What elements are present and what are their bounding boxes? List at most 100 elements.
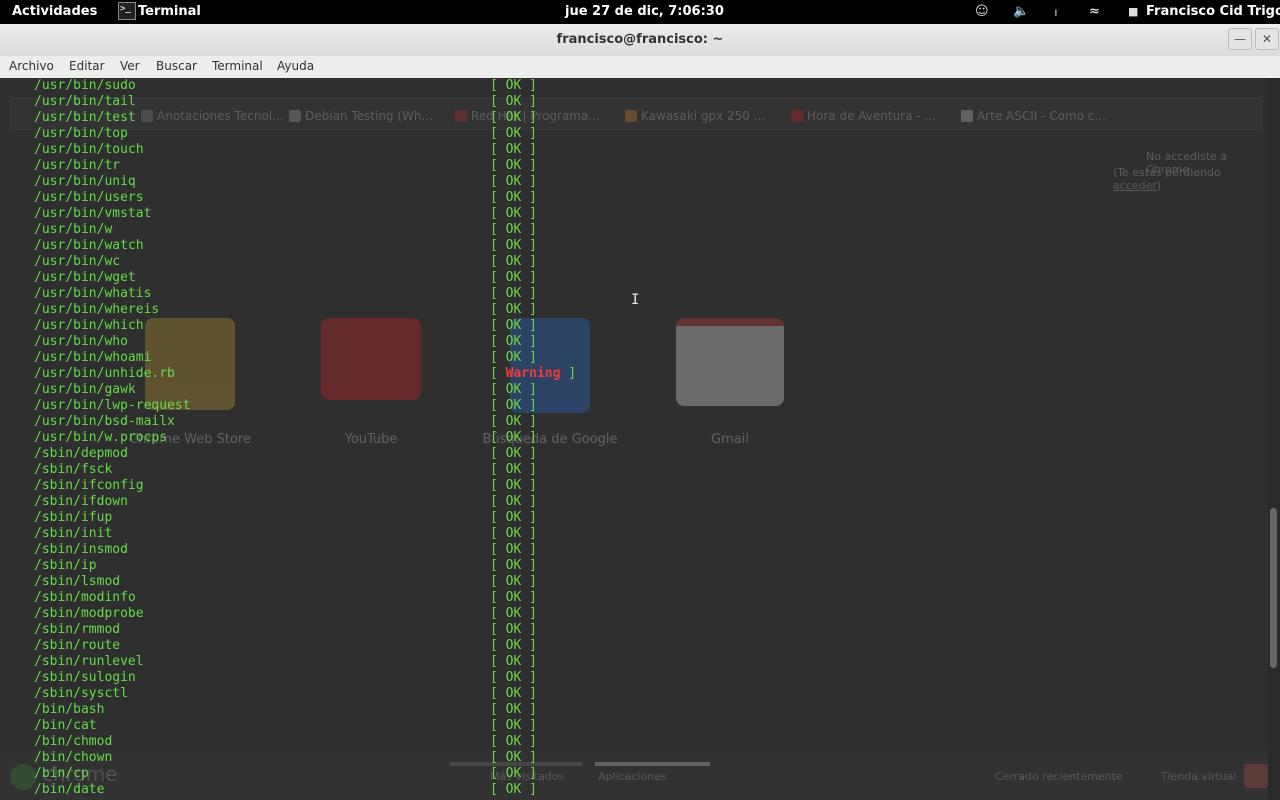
file-path: /usr/bin/watch [34,238,144,253]
file-path: /sbin/modinfo [34,590,136,605]
file-path: /usr/bin/test [34,110,136,125]
terminal-line: /usr/bin/top [ OK ] [0,126,1268,142]
check-status: [ OK ] [490,526,537,541]
file-path: /usr/bin/lwp-request [34,398,191,413]
terminal-line: /sbin/runlevel [ OK ] [0,654,1268,670]
terminal-line: /sbin/ip [ OK ] [0,558,1268,574]
activities-button[interactable]: Actividades [12,4,97,19]
terminal-line: /bin/chmod [ OK ] [0,734,1268,750]
menu-archivo[interactable]: Archivo [9,59,54,73]
text-cursor-icon: I [631,292,640,308]
terminal-line: /sbin/ifup [ OK ] [0,510,1268,526]
check-status: [ OK ] [490,382,537,397]
window-titlebar[interactable]: francisco@francisco: ~ — ✕ [0,24,1280,57]
file-path: /usr/bin/w [34,222,113,237]
file-path: /usr/bin/w.procps [34,430,168,445]
file-path: /sbin/fsck [34,462,113,477]
file-path: /usr/bin/which [34,318,144,333]
file-path: /usr/bin/wget [34,270,136,285]
file-path: /usr/bin/vmstat [34,206,152,221]
terminal-line: /sbin/init [ OK ] [0,526,1268,542]
terminal-line: /bin/chown [ OK ] [0,750,1268,766]
clock[interactable]: jue 27 de dic, 7:06:30 [565,4,724,19]
check-status: [ OK ] [490,462,537,477]
terminal-line: /bin/cat [ OK ] [0,718,1268,734]
check-status: [ OK ] [490,270,537,285]
file-path: /sbin/rmmod [34,622,121,637]
file-path: /bin/chown [34,750,113,765]
terminal-area[interactable]: Anotaciones Tecnol... Debian Testing (Wh… [0,78,1268,800]
terminal-line: /usr/bin/bsd-mailx [ OK ] [0,414,1268,430]
check-status: [ OK ] [490,686,537,701]
app-menu[interactable]: Terminal [138,4,201,19]
close-button[interactable]: ✕ [1255,28,1279,50]
terminal-line: /usr/bin/uniq [ OK ] [0,174,1268,190]
menu-terminal[interactable]: Terminal [212,59,263,73]
file-path: /sbin/insmod [34,542,128,557]
file-path: /usr/bin/unhide.rb [34,366,175,381]
check-status: [ OK ] [490,446,537,461]
check-status: [ OK ] [490,190,537,205]
accessibility-icon[interactable]: ☺ [975,4,989,19]
terminal-line: /usr/bin/touch [ OK ] [0,142,1268,158]
terminal-line: /bin/date [ OK ] [0,782,1268,798]
terminal-line: /sbin/lsmod [ OK ] [0,574,1268,590]
terminal-app-icon[interactable]: >_ [118,2,136,20]
check-status: [ OK ] [490,206,537,221]
terminal-line: /sbin/route [ OK ] [0,638,1268,654]
bluetooth-icon[interactable]: ᛧ [1052,4,1060,19]
menu-ver[interactable]: Ver [120,59,140,73]
menu-buscar[interactable]: Buscar [156,59,197,73]
check-status: [ OK ] [490,734,537,749]
check-status: [ OK ] [490,558,537,573]
terminal-line: /usr/bin/tr [ OK ] [0,158,1268,174]
scrollbar[interactable] [1268,78,1280,800]
check-status: [ OK ] [490,318,537,333]
file-path: /usr/bin/users [34,190,144,205]
file-path: /sbin/depmod [34,446,128,461]
file-path: /sbin/ifconfig [34,478,144,493]
wifi-icon[interactable]: ≈ [1089,4,1100,19]
terminal-line: /usr/bin/test [ OK ] [0,110,1268,126]
check-status: [ OK ] [490,510,537,525]
file-path: /sbin/modprobe [34,606,144,621]
check-status: [ OK ] [490,702,537,717]
check-status: [ OK ] [490,542,537,557]
minimize-button[interactable]: — [1228,28,1252,50]
check-status: [ OK ] [490,590,537,605]
file-path: /usr/bin/whoami [34,350,152,365]
file-path: /usr/bin/sudo [34,78,136,93]
check-status: [ OK ] [490,110,537,125]
check-status: [ OK ] [490,158,537,173]
check-status: [ OK ] [490,638,537,653]
user-menu[interactable]: Francisco Cid Trigo [1146,4,1280,19]
terminal-line: /sbin/fsck [ OK ] [0,462,1268,478]
file-path: /usr/bin/who [34,334,128,349]
check-status: [ OK ] [490,670,537,685]
terminal-line: /usr/bin/wc [ OK ] [0,254,1268,270]
check-status: [ OK ] [490,238,537,253]
file-path: /usr/bin/tr [34,158,121,173]
check-status: [ OK ] [490,302,537,317]
menu-ayuda[interactable]: Ayuda [277,59,314,73]
menu-bar: Archivo Editar Ver Buscar Terminal Ayuda [0,56,1280,79]
check-status: [ OK ] [490,606,537,621]
file-path: /sbin/route [34,638,121,653]
check-status: [ OK ] [490,398,537,413]
volume-icon[interactable]: 🔈 [1013,4,1029,19]
check-status: [ OK ] [490,286,537,301]
terminal-line: /sbin/insmod [ OK ] [0,542,1268,558]
check-status: [ OK ] [490,750,537,765]
menu-editar[interactable]: Editar [69,59,105,73]
check-status: [ Warning ] [490,366,577,381]
file-path: /sbin/runlevel [34,654,144,669]
terminal-line: /sbin/sulogin [ OK ] [0,670,1268,686]
terminal-line: /usr/bin/lwp-request [ OK ] [0,398,1268,414]
file-path: /usr/bin/tail [34,94,136,109]
file-path: /usr/bin/wc [34,254,121,269]
file-path: /sbin/ifdown [34,494,128,509]
file-path: /usr/bin/touch [34,142,144,157]
scrollbar-thumb[interactable] [1270,508,1277,668]
file-path: /usr/bin/gawk [34,382,136,397]
file-path: /sbin/lsmod [34,574,121,589]
